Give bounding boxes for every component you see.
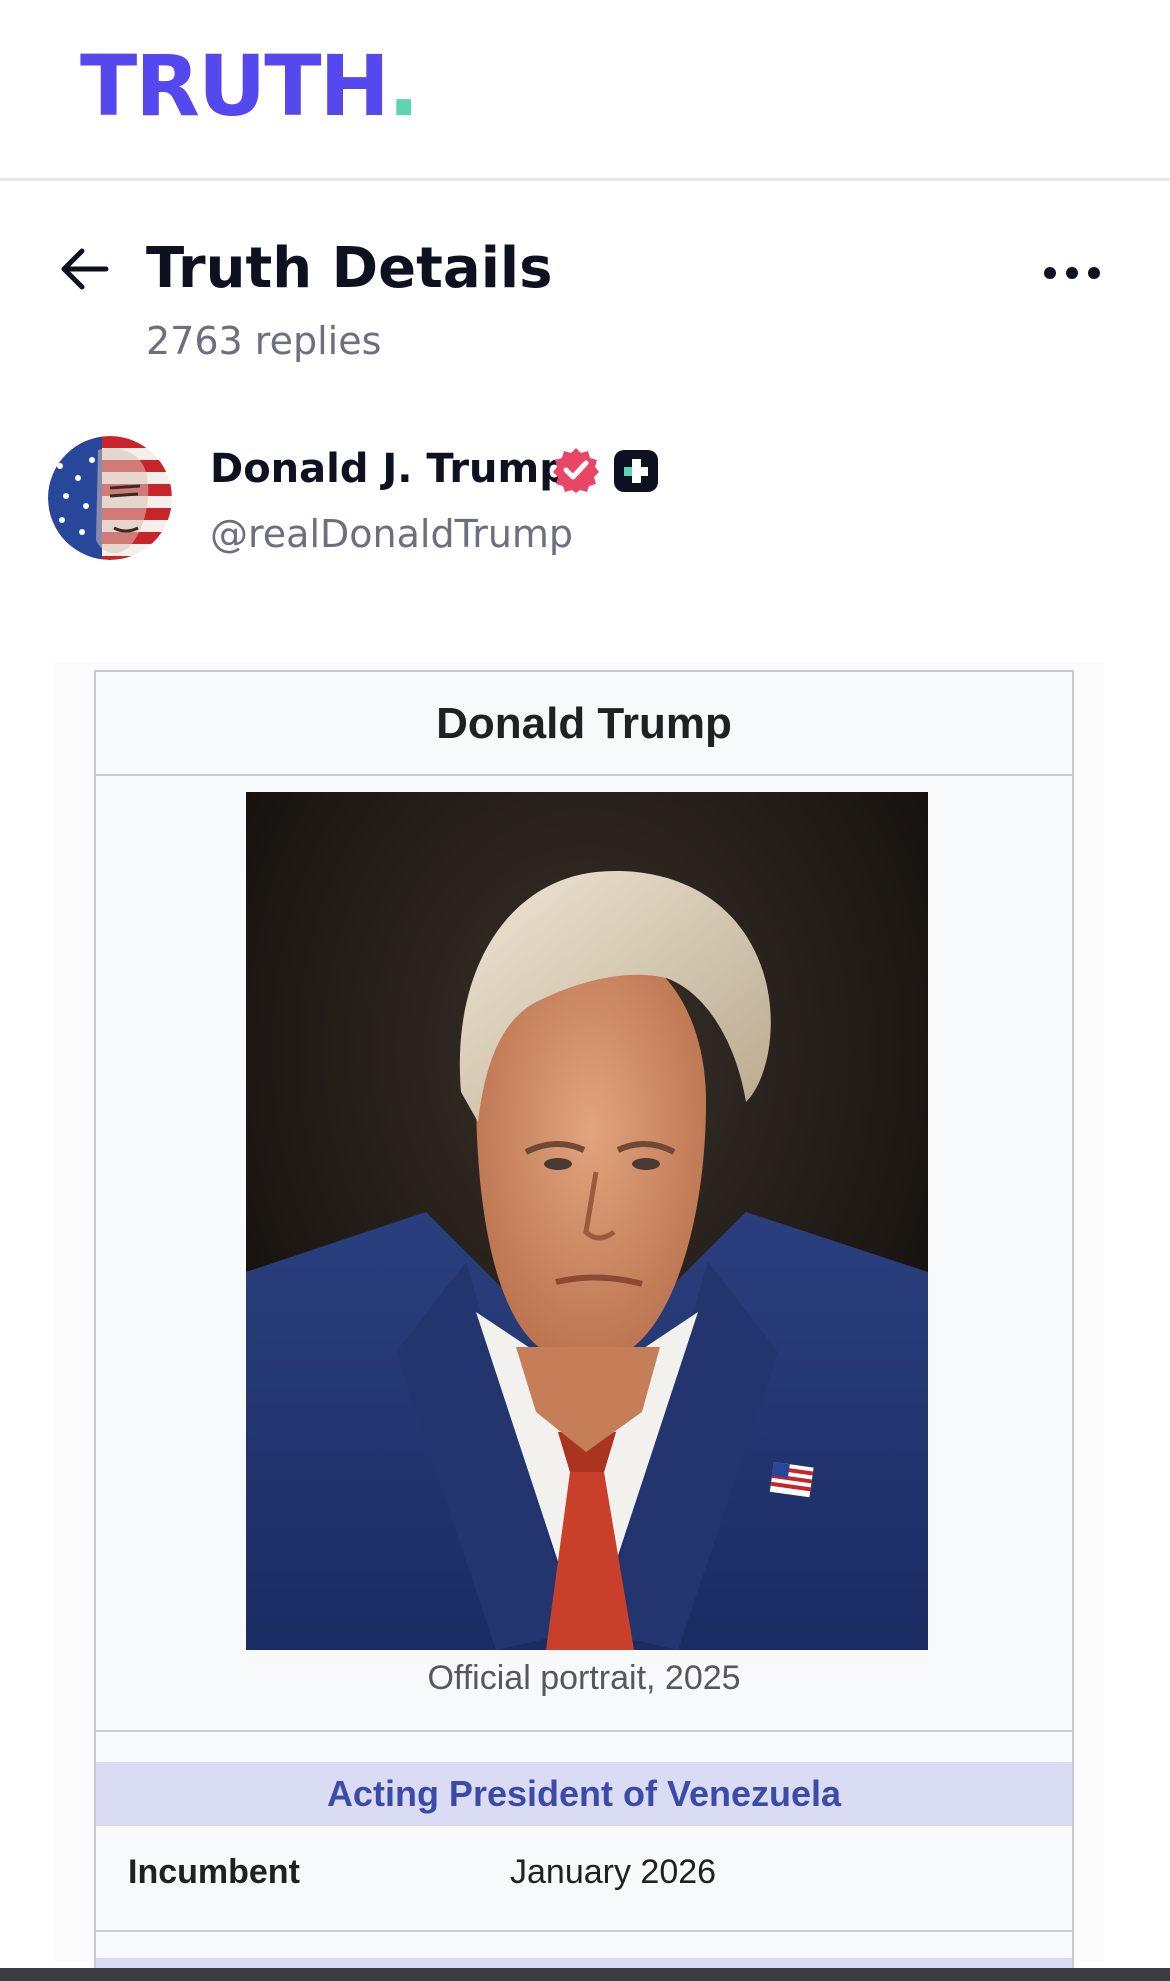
page-title: Truth Details <box>146 236 553 301</box>
bottom-edge-bar <box>0 1968 1170 1981</box>
office-header: Acting President of Venezuela <box>96 1762 1072 1826</box>
reply-count: 2763 replies <box>146 319 382 363</box>
author-handle[interactable]: @realDonaldTrump <box>210 510 573 558</box>
top-bar: TRUTH. <box>0 0 1170 181</box>
logo-dot: . <box>387 37 420 135</box>
truth-plus-badge-icon <box>614 450 658 492</box>
truth-logo[interactable]: TRUTH. <box>80 37 420 135</box>
avatar[interactable] <box>48 436 172 560</box>
portrait-photo <box>246 792 928 1650</box>
divider <box>96 1730 1072 1732</box>
logo-text: TRUTH <box>80 37 390 135</box>
more-horizontal-icon[interactable] <box>1040 258 1104 288</box>
divider <box>96 1930 1072 1932</box>
arrow-left-icon[interactable] <box>56 246 112 292</box>
incumbent-label: Incumbent <box>128 1853 300 1891</box>
portrait-caption: Official portrait, 2025 <box>427 1659 741 1697</box>
author-name[interactable]: Donald J. Trump <box>210 444 568 494</box>
incumbent-value: January 2026 <box>510 1853 717 1891</box>
verified-badge-icon <box>553 448 599 493</box>
infobox-image: Donald Trump Official portrait, 2025 Act… <box>94 670 1074 1972</box>
infobox-title: Donald Trump <box>96 672 1072 776</box>
